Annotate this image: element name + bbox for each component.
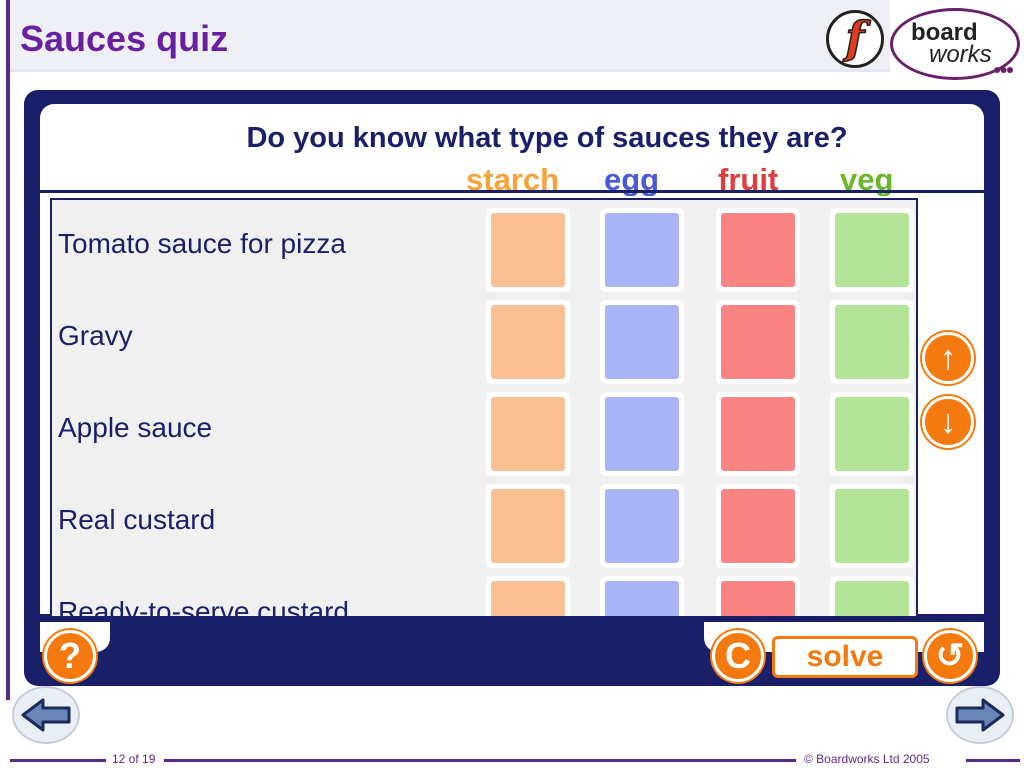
starch-box bbox=[491, 397, 565, 471]
logo-dots: ●●● bbox=[993, 61, 1014, 77]
question-icon: ? bbox=[59, 635, 81, 676]
answer-cell-veg[interactable] bbox=[830, 300, 914, 384]
answer-cell-veg[interactable] bbox=[830, 484, 914, 568]
scroll-down-button[interactable]: ↓ bbox=[922, 396, 974, 448]
fruit-box bbox=[721, 397, 795, 471]
fruit-box bbox=[721, 213, 795, 287]
left-rule bbox=[6, 0, 10, 700]
previous-slide-button[interactable] bbox=[12, 686, 80, 744]
sauce-label: Tomato sauce for pizza bbox=[58, 228, 346, 259]
veg-box bbox=[835, 397, 909, 471]
arrow-up-icon: ↑ bbox=[939, 338, 957, 377]
header-divider bbox=[40, 190, 984, 193]
clear-icon: C bbox=[725, 635, 751, 676]
fruit-box bbox=[721, 581, 795, 616]
solve-button[interactable]: solve bbox=[772, 636, 918, 678]
veg-box bbox=[835, 213, 909, 287]
answer-cell-egg[interactable] bbox=[600, 300, 684, 384]
starch-box bbox=[491, 305, 565, 379]
answer-cell-egg[interactable] bbox=[600, 392, 684, 476]
sauce-label: Real custard bbox=[58, 504, 216, 535]
veg-box bbox=[835, 581, 909, 616]
starch-box bbox=[491, 489, 565, 563]
answer-cell-fruit[interactable] bbox=[716, 392, 800, 476]
sauce-label: Ready-to-serve custard bbox=[58, 596, 350, 618]
page-title: Sauces quiz bbox=[20, 18, 229, 59]
starch-box bbox=[491, 581, 565, 616]
next-slide-button[interactable] bbox=[946, 686, 1014, 744]
sauce-label: Apple sauce bbox=[58, 412, 213, 443]
scroll-up-button[interactable]: ↑ bbox=[922, 332, 974, 384]
fruit-box bbox=[721, 489, 795, 563]
flash-logo-icon: f bbox=[826, 10, 884, 68]
list-item: Tomato sauce for pizza bbox=[52, 202, 916, 294]
veg-box bbox=[835, 489, 909, 563]
boardworks-logo: board works ●●● bbox=[890, 8, 1020, 80]
answer-cell-starch[interactable] bbox=[486, 484, 570, 568]
help-button[interactable]: ? bbox=[44, 630, 96, 682]
answer-cell-veg[interactable] bbox=[830, 208, 914, 292]
arrow-right-icon bbox=[955, 698, 1005, 732]
answer-cell-veg[interactable] bbox=[830, 392, 914, 476]
egg-box bbox=[605, 213, 679, 287]
answer-cell-fruit[interactable] bbox=[716, 484, 800, 568]
sauce-label: Gravy bbox=[58, 320, 133, 351]
answer-cell-veg[interactable] bbox=[830, 576, 914, 616]
clear-button[interactable]: C bbox=[712, 630, 764, 682]
list-item: Ready-to-serve custard bbox=[52, 570, 916, 618]
arrow-down-icon: ↓ bbox=[939, 402, 957, 441]
egg-box bbox=[605, 305, 679, 379]
answer-cell-starch[interactable] bbox=[486, 300, 570, 384]
page-number: 12 of 19 bbox=[112, 752, 156, 766]
answer-cell-egg[interactable] bbox=[600, 576, 684, 616]
answer-cell-egg[interactable] bbox=[600, 208, 684, 292]
answer-cell-fruit[interactable] bbox=[716, 208, 800, 292]
answer-cell-fruit[interactable] bbox=[716, 576, 800, 616]
egg-box bbox=[605, 581, 679, 616]
reset-button[interactable]: ↺ bbox=[924, 630, 976, 682]
answer-cell-starch[interactable] bbox=[486, 576, 570, 616]
answer-cell-starch[interactable] bbox=[486, 392, 570, 476]
answer-cell-starch[interactable] bbox=[486, 208, 570, 292]
sauce-list: Tomato sauce for pizza Gravy Apple sauce… bbox=[50, 198, 918, 618]
quiz-question: Do you know what type of sauces they are… bbox=[246, 122, 848, 154]
answer-cell-fruit[interactable] bbox=[716, 300, 800, 384]
footer-rule-middle bbox=[164, 759, 796, 762]
answer-cell-egg[interactable] bbox=[600, 484, 684, 568]
egg-box bbox=[605, 489, 679, 563]
list-item: Gravy bbox=[52, 294, 916, 386]
starch-box bbox=[491, 213, 565, 287]
arrow-left-icon bbox=[21, 698, 71, 732]
list-item: Apple sauce bbox=[52, 386, 916, 478]
footer-rule-left bbox=[10, 759, 106, 762]
logo-text-works: works bbox=[929, 41, 992, 68]
reset-icon: ↺ bbox=[935, 637, 965, 675]
egg-box bbox=[605, 397, 679, 471]
footer-rule-right bbox=[966, 759, 1020, 762]
copyright-text: © Boardworks Ltd 2005 bbox=[804, 752, 930, 766]
fruit-box bbox=[721, 305, 795, 379]
list-item: Real custard bbox=[52, 478, 916, 570]
quiz-panel: Do you know what type of sauces they are… bbox=[24, 90, 1000, 686]
veg-box bbox=[835, 305, 909, 379]
